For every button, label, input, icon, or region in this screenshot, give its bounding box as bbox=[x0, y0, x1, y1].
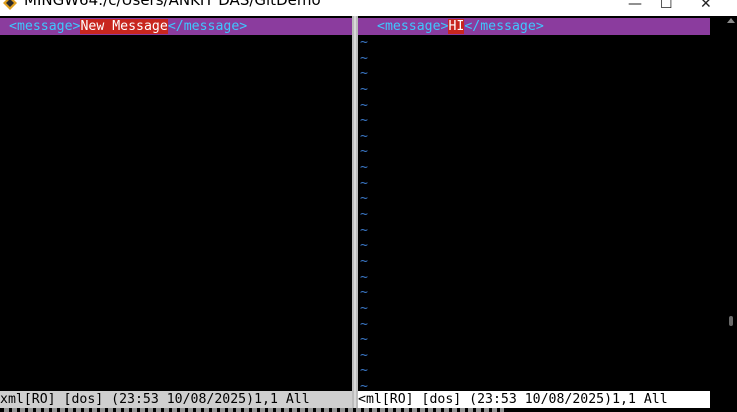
empty-line-marker: ~ bbox=[360, 50, 368, 66]
empty-line-marker: ~ bbox=[360, 285, 368, 301]
vertical-scrollbar[interactable] bbox=[710, 16, 737, 412]
empty-line-marker: ~ bbox=[360, 332, 368, 348]
mingw-app-icon bbox=[3, 0, 17, 10]
scroll-up-arrow-icon[interactable] bbox=[727, 18, 735, 23]
left-status-line: xml[RO] [dos] (23:53 10/08/2025)1,1 All bbox=[0, 391, 352, 408]
maximize-button[interactable]: ☐ bbox=[660, 0, 673, 12]
empty-line-marker: ~ bbox=[360, 316, 368, 332]
empty-line-marker: ~ bbox=[360, 269, 368, 285]
empty-line-marker: ~ bbox=[360, 175, 368, 191]
minimize-button[interactable]: — bbox=[628, 0, 642, 12]
empty-line-marker: ~ bbox=[360, 379, 368, 391]
close-button[interactable]: ✕ bbox=[700, 0, 712, 12]
left-open-tag: <message> bbox=[9, 19, 81, 34]
terminal-window: MINGW64:/c/Users/ANKIT DAS/GitDemo — ☐ ✕… bbox=[0, 0, 737, 412]
empty-line-marker: ~ bbox=[360, 113, 368, 129]
empty-line-marker: ~ bbox=[360, 191, 368, 207]
left-changed-text: New Message bbox=[80, 19, 168, 34]
empty-line-marker: ~ bbox=[360, 207, 368, 223]
empty-line-markers: ~ ~ ~ ~ ~ ~ ~ ~ ~ ~ ~ ~ ~ ~ ~ ~ ~ ~ ~ ~ … bbox=[358, 35, 372, 391]
right-status-line: <ml[RO] [dos] (23:53 10/08/2025)1,1 All bbox=[358, 391, 710, 408]
empty-line-marker: ~ bbox=[360, 253, 368, 269]
empty-line-marker: ~ bbox=[360, 363, 368, 379]
right-editor-pane[interactable]: <message>HI</message> ~ ~ ~ ~ ~ ~ ~ ~ ~ … bbox=[358, 16, 710, 391]
empty-line-marker: ~ bbox=[360, 128, 368, 144]
right-open-tag: <message> bbox=[377, 19, 449, 34]
command-line[interactable] bbox=[0, 408, 710, 412]
empty-line-marker: ~ bbox=[360, 66, 368, 82]
empty-line-marker: ~ bbox=[360, 160, 368, 176]
empty-line-marker: ~ bbox=[360, 300, 368, 316]
window-title: MINGW64:/c/Users/ANKIT DAS/GitDemo bbox=[24, 0, 321, 9]
right-close-tag: </message> bbox=[464, 19, 544, 34]
right-diff-line[interactable]: <message>HI</message> bbox=[358, 18, 710, 35]
left-editor-pane[interactable]: <message>New Message</message> bbox=[0, 16, 352, 391]
scrollbar-thumb[interactable] bbox=[729, 316, 733, 326]
empty-line-marker: ~ bbox=[360, 35, 368, 50]
left-close-tag: </message> bbox=[167, 19, 248, 34]
empty-line-marker: ~ bbox=[360, 238, 368, 254]
empty-line-marker: ~ bbox=[360, 144, 368, 160]
empty-line-marker: ~ bbox=[360, 97, 368, 113]
empty-line-marker: ~ bbox=[360, 222, 368, 238]
empty-line-marker: ~ bbox=[360, 81, 368, 97]
title-bar[interactable]: MINGW64:/c/Users/ANKIT DAS/GitDemo — ☐ ✕ bbox=[0, 0, 737, 16]
command-line-text bbox=[4, 408, 504, 412]
right-changed-text: HI bbox=[448, 19, 465, 34]
left-diff-line[interactable]: <message>New Message</message> bbox=[0, 18, 352, 35]
empty-line-marker: ~ bbox=[360, 347, 368, 363]
